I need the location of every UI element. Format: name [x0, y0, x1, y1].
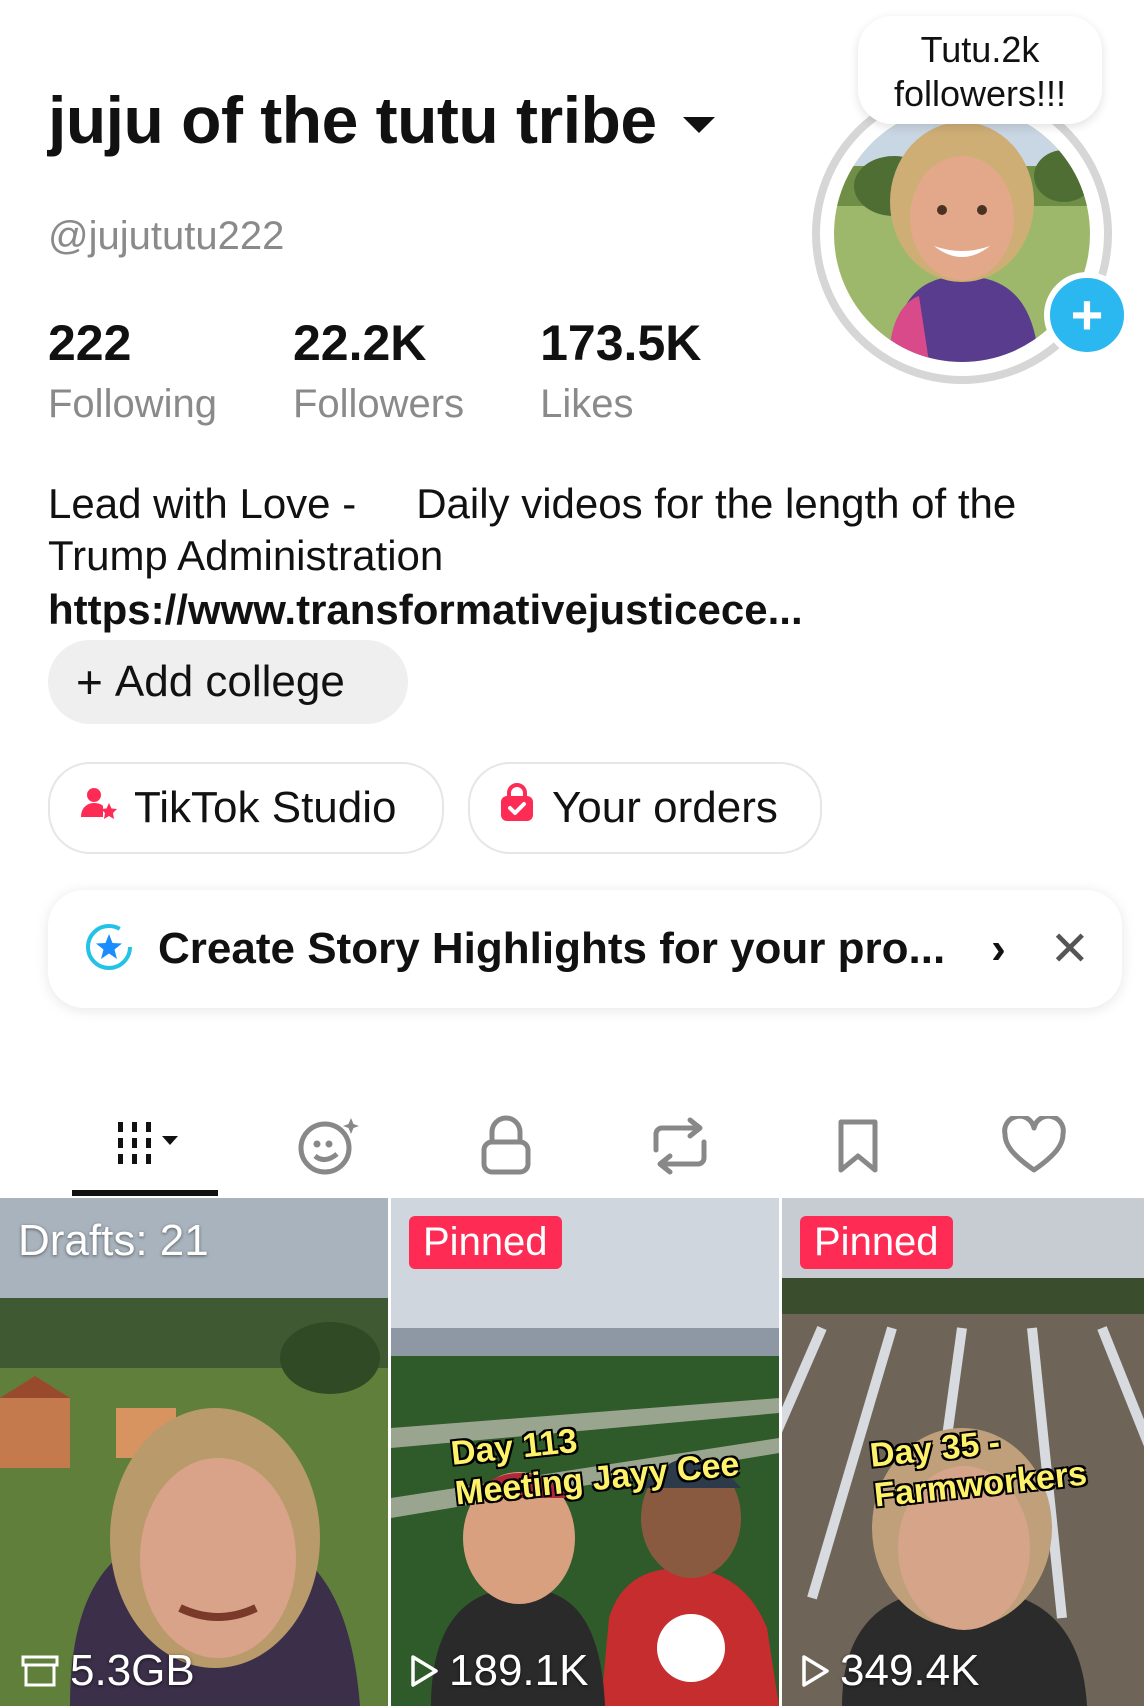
pinned-badge: Pinned: [800, 1216, 953, 1269]
chevron-down-icon[interactable]: [682, 117, 715, 133]
stat-following[interactable]: 222 Following: [48, 318, 217, 427]
view-count-value: 189.1K: [449, 1646, 589, 1695]
profile-display-name: juju of the tutu tribe: [48, 83, 657, 157]
pinned-badge: Pinned: [409, 1216, 562, 1269]
view-count: 349.4K: [800, 1646, 979, 1696]
heart-icon: [1001, 1113, 1067, 1181]
tiktok-studio-button[interactable]: TikTok Studio: [48, 762, 444, 854]
drafts-size: 5.3GB: [20, 1646, 195, 1696]
view-count: 189.1K: [409, 1646, 588, 1696]
storage-icon: [21, 1655, 59, 1687]
add-college-label: Add college: [114, 657, 345, 706]
play-icon: [802, 1655, 829, 1687]
shopping-bag-icon: [498, 782, 536, 834]
tab-selected-indicator: [72, 1190, 218, 1196]
profile-handle: @jujututu222: [48, 214, 285, 258]
bookmark-icon: [833, 1116, 883, 1181]
story-highlights-text: Create Story Highlights for your pro...: [158, 924, 946, 973]
drafts-count: Drafts: 21: [18, 1216, 209, 1265]
chevron-right-icon[interactable]: ›: [991, 924, 1006, 974]
tab-reposts[interactable]: [620, 1100, 740, 1196]
studio-icon: [78, 783, 118, 834]
view-count-value: 349.4K: [840, 1646, 980, 1695]
your-orders-button[interactable]: Your orders: [468, 762, 822, 854]
profile-link[interactable]: https://www.transformativejusticece...: [48, 586, 803, 634]
close-icon[interactable]: ✕: [1050, 921, 1090, 977]
tab-liked[interactable]: [974, 1100, 1094, 1196]
stat-followers-label: Followers: [292, 382, 465, 426]
plus-icon: +: [76, 656, 103, 708]
ai-self-icon: [295, 1114, 365, 1183]
tab-private[interactable]: [446, 1100, 566, 1196]
story-highlights-banner[interactable]: Create Story Highlights for your pro... …: [48, 890, 1122, 1008]
lock-icon: [478, 1114, 534, 1183]
add-college-button[interactable]: + Add college: [48, 640, 408, 724]
video-tile-day-113[interactable]: Pinned Day 113 Meeting Jayy Cee 189.1K: [391, 1198, 779, 1706]
stat-following-label: Following: [48, 382, 217, 426]
avatar-note-bubble[interactable]: Tutu.2k followers!!!: [858, 16, 1102, 124]
stat-followers-value: 22.2K: [292, 315, 427, 371]
star-badge-icon: [84, 922, 134, 977]
tab-favorites[interactable]: [798, 1100, 918, 1196]
stat-likes-label: Likes: [540, 382, 634, 426]
profile-tabs: [0, 1100, 1144, 1196]
tab-videos[interactable]: [84, 1100, 204, 1196]
tab-ai-self[interactable]: [270, 1100, 390, 1196]
drafts-size-value: 5.3GB: [70, 1646, 195, 1695]
play-icon: [411, 1655, 438, 1687]
profile-bio: Lead with Love - Daily videos for the len…: [48, 478, 1088, 582]
video-tile-drafts[interactable]: Drafts: 21 5.3GB: [0, 1198, 388, 1706]
add-story-plus-icon[interactable]: +: [1044, 272, 1130, 358]
bio-part1: Lead with Love -: [48, 480, 357, 527]
video-tile-day-35[interactable]: Pinned Day 35 - Farmworkers 349.4K: [782, 1198, 1144, 1706]
stat-followers[interactable]: 22.2K Followers: [293, 318, 464, 427]
profile-name-switcher[interactable]: juju of the tutu tribe: [48, 82, 715, 158]
repost-icon: [646, 1116, 714, 1181]
tiktok-studio-label: TikTok Studio: [134, 783, 397, 832]
stat-following-value: 222: [48, 315, 132, 371]
stat-likes-value: 173.5K: [540, 315, 702, 371]
profile-stats: 222 Following 22.2K Followers 173.5K Lik…: [48, 318, 701, 427]
your-orders-label: Your orders: [552, 783, 778, 832]
stat-likes[interactable]: 173.5K Likes: [540, 318, 701, 427]
drafts-thumbnail: [0, 1198, 388, 1706]
videos-grid-icon: [96, 1116, 192, 1181]
